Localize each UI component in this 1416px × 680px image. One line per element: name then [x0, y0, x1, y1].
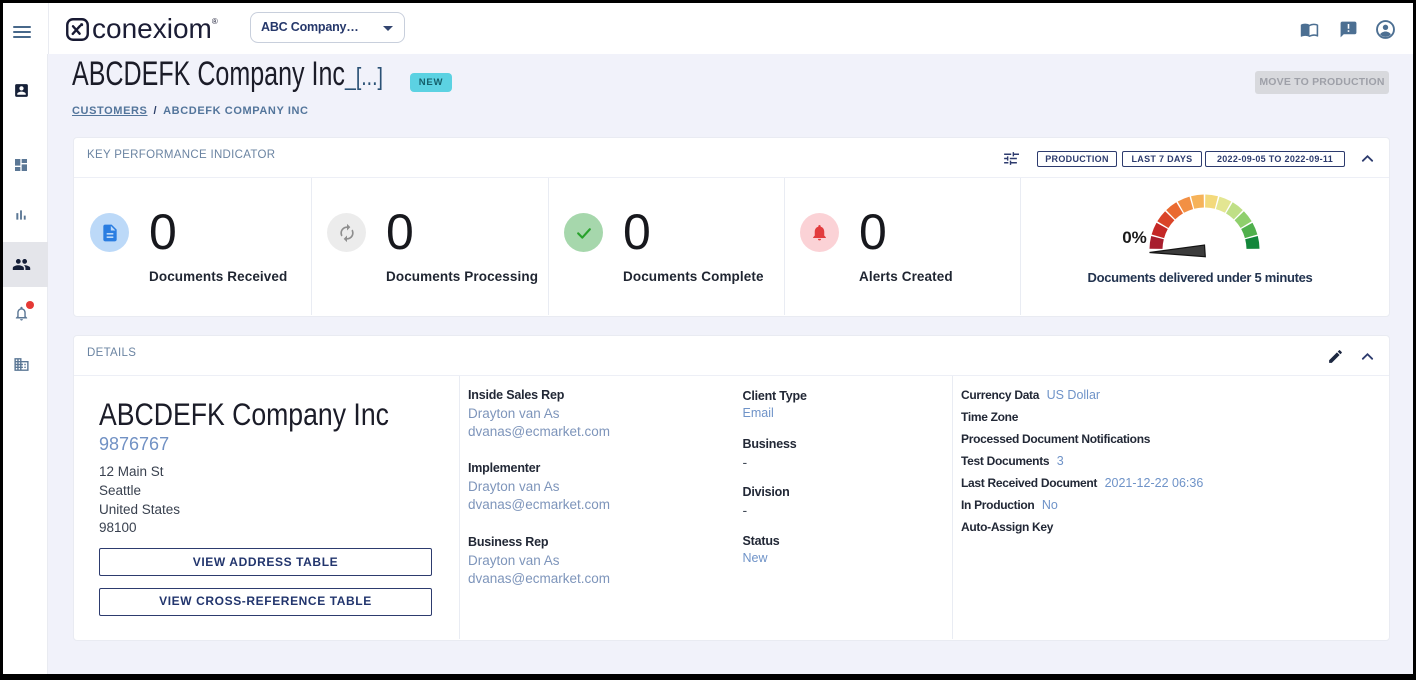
svg-text:0%: 0% [1122, 228, 1147, 247]
